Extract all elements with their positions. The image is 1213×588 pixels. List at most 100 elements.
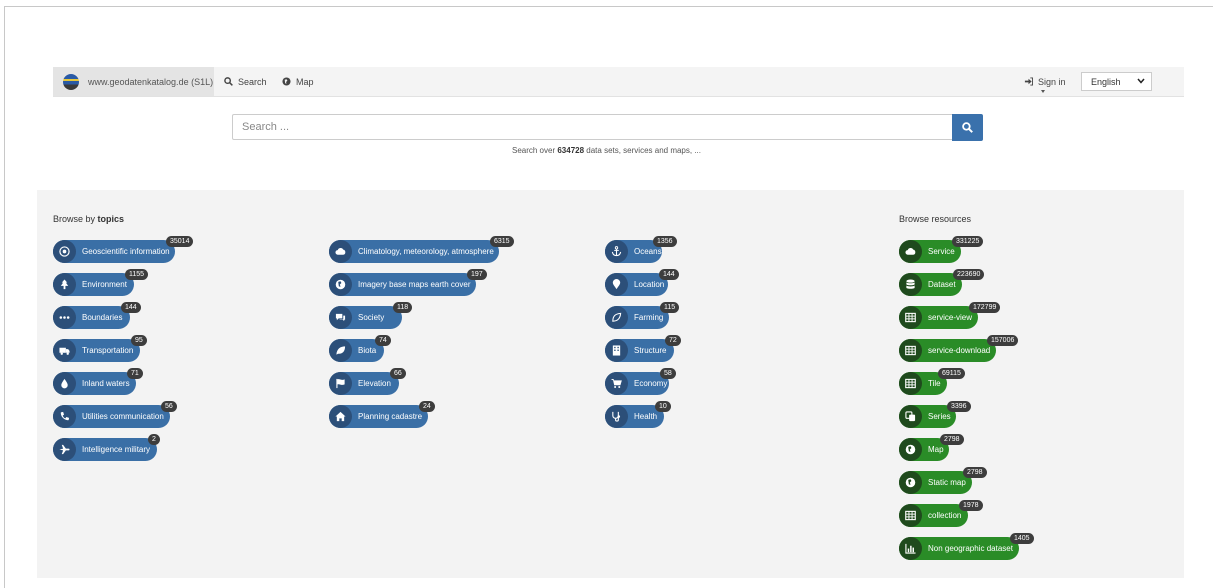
topic-count-badge: 24 xyxy=(419,401,435,412)
search-hint-count: 634728 xyxy=(557,146,585,155)
topic-label: Utilities communication xyxy=(82,412,164,421)
globe-icon xyxy=(282,77,291,86)
resource-pill-static-map[interactable]: Static map xyxy=(899,471,972,494)
topic-pill-imagery-base-maps-earth-cover[interactable]: Imagery base maps earth cover xyxy=(329,273,476,296)
topic-label: Society xyxy=(358,313,385,322)
topics-heading-bold: topics xyxy=(97,214,125,224)
topic-count-badge: 35014 xyxy=(166,236,194,247)
anchor-icon xyxy=(605,240,628,263)
resource-count-badge: 69115 xyxy=(938,368,965,379)
truck-icon xyxy=(53,339,76,362)
topic-count-badge: 1155 xyxy=(125,269,149,280)
resource-label: Static map xyxy=(928,478,966,487)
globe-icon xyxy=(899,438,922,461)
topic-pill-environment[interactable]: Environment xyxy=(53,273,134,296)
home-icon xyxy=(329,405,352,428)
nav-map-link[interactable]: Map xyxy=(282,67,314,96)
topic-count-badge: 66 xyxy=(390,368,406,379)
resource-label: service-download xyxy=(928,346,991,355)
resource-label: Service xyxy=(928,247,955,256)
topic-pill-climatology-meteorology-atmosphere[interactable]: Climatology, meteorology, atmosphere xyxy=(329,240,499,263)
topic-count-badge: 95 xyxy=(131,335,147,346)
topic-label: Farming xyxy=(634,313,664,322)
resource-count-badge: 331225 xyxy=(952,236,984,247)
globe-icon xyxy=(899,471,922,494)
building-icon xyxy=(605,339,628,362)
topic-count-badge: 10 xyxy=(655,401,671,412)
brand-label: www.geodatenkatalog.de (S1L) xyxy=(88,76,214,87)
nav-map-label: Map xyxy=(296,76,314,87)
bar-chart-icon xyxy=(899,537,922,560)
resource-count-badge: 172799 xyxy=(969,302,1001,313)
globe-icon xyxy=(329,273,352,296)
topic-label: Boundaries xyxy=(82,313,123,322)
nav-search-link[interactable]: Search xyxy=(224,67,267,96)
map-marker-icon xyxy=(605,273,628,296)
topic-label: Environment xyxy=(82,280,127,289)
navbar: www.geodatenkatalog.de (S1L) Search Map … xyxy=(53,67,1184,97)
target-icon xyxy=(53,240,76,263)
farming-leaf-icon xyxy=(605,306,628,329)
search-input[interactable]: Search ... xyxy=(232,114,953,140)
topic-label: Location xyxy=(634,280,665,289)
search-icon xyxy=(224,77,233,86)
topics-heading-prefix: Browse by xyxy=(53,214,98,224)
resource-count-badge: 2798 xyxy=(963,467,987,478)
topic-label: Planning cadastre xyxy=(358,412,423,421)
topic-pill-boundaries[interactable]: Boundaries xyxy=(53,306,130,329)
copy-icon xyxy=(899,405,922,428)
search-placeholder: Search ... xyxy=(242,121,290,133)
plane-icon xyxy=(53,438,76,461)
search-hint: Search over 634728 data sets, services a… xyxy=(0,146,1213,155)
topic-label: Transportation xyxy=(82,346,134,355)
cloud-icon xyxy=(329,240,352,263)
leaf-icon xyxy=(329,339,352,362)
language-select[interactable]: English xyxy=(1081,72,1152,91)
stethoscope-icon xyxy=(605,405,628,428)
topic-pill-geoscientific-information[interactable]: Geoscientific information xyxy=(53,240,175,263)
topic-pill-planning-cadastre[interactable]: Planning cadastre xyxy=(329,405,428,428)
phone-icon xyxy=(53,405,76,428)
drop-icon xyxy=(53,372,76,395)
topic-label: Health xyxy=(634,412,658,421)
topic-pill-inland-waters[interactable]: Inland waters xyxy=(53,372,136,395)
grid-icon xyxy=(899,504,922,527)
topic-pill-society[interactable]: Society xyxy=(329,306,402,329)
database-icon xyxy=(899,273,922,296)
grid-icon xyxy=(899,339,922,362)
topic-pill-intelligence-military[interactable]: Intelligence military xyxy=(53,438,157,461)
window-border-left xyxy=(4,6,5,588)
resource-label: Map xyxy=(928,445,944,454)
topic-count-badge: 71 xyxy=(127,368,143,379)
topic-count-badge: 72 xyxy=(665,335,681,346)
topic-pill-structure[interactable]: Structure xyxy=(605,339,674,362)
topic-label: Elevation xyxy=(358,379,391,388)
resource-count-badge: 1405 xyxy=(1010,533,1034,544)
search-button[interactable] xyxy=(952,114,983,141)
language-value: English xyxy=(1091,76,1121,87)
brand-link[interactable]: www.geodatenkatalog.de (S1L) xyxy=(53,67,214,96)
comments-icon xyxy=(329,306,352,329)
tree-icon xyxy=(53,273,76,296)
topic-pill-utilities-communication[interactable]: Utilities communication xyxy=(53,405,170,428)
topic-label: Economy xyxy=(634,379,668,388)
topic-pill-transportation[interactable]: Transportation xyxy=(53,339,140,362)
resources-heading: Browse resources xyxy=(899,214,972,224)
topic-count-badge: 1356 xyxy=(653,236,677,247)
resource-pill-service-download[interactable]: service-download xyxy=(899,339,996,362)
topic-label: Structure xyxy=(634,346,667,355)
topic-count-badge: 197 xyxy=(467,269,487,280)
resource-label: Dataset xyxy=(928,280,956,289)
topic-count-badge: 118 xyxy=(393,302,413,313)
dots-icon xyxy=(53,306,76,329)
search-hint-prefix: Search over xyxy=(511,146,558,155)
logo-icon xyxy=(63,73,79,90)
resource-pill-non-geographic-dataset[interactable]: Non geographic dataset xyxy=(899,537,1019,560)
resource-pill-service-view[interactable]: service-view xyxy=(899,306,978,329)
resource-pill-collection[interactable]: collection xyxy=(899,504,968,527)
resource-count-badge: 3396 xyxy=(947,401,971,412)
search-hint-suffix: data sets, services and maps, ... xyxy=(584,146,701,155)
topic-pill-elevation[interactable]: Elevation xyxy=(329,372,399,395)
resource-count-badge: 157006 xyxy=(987,335,1019,346)
chevron-down-icon xyxy=(1137,78,1145,84)
